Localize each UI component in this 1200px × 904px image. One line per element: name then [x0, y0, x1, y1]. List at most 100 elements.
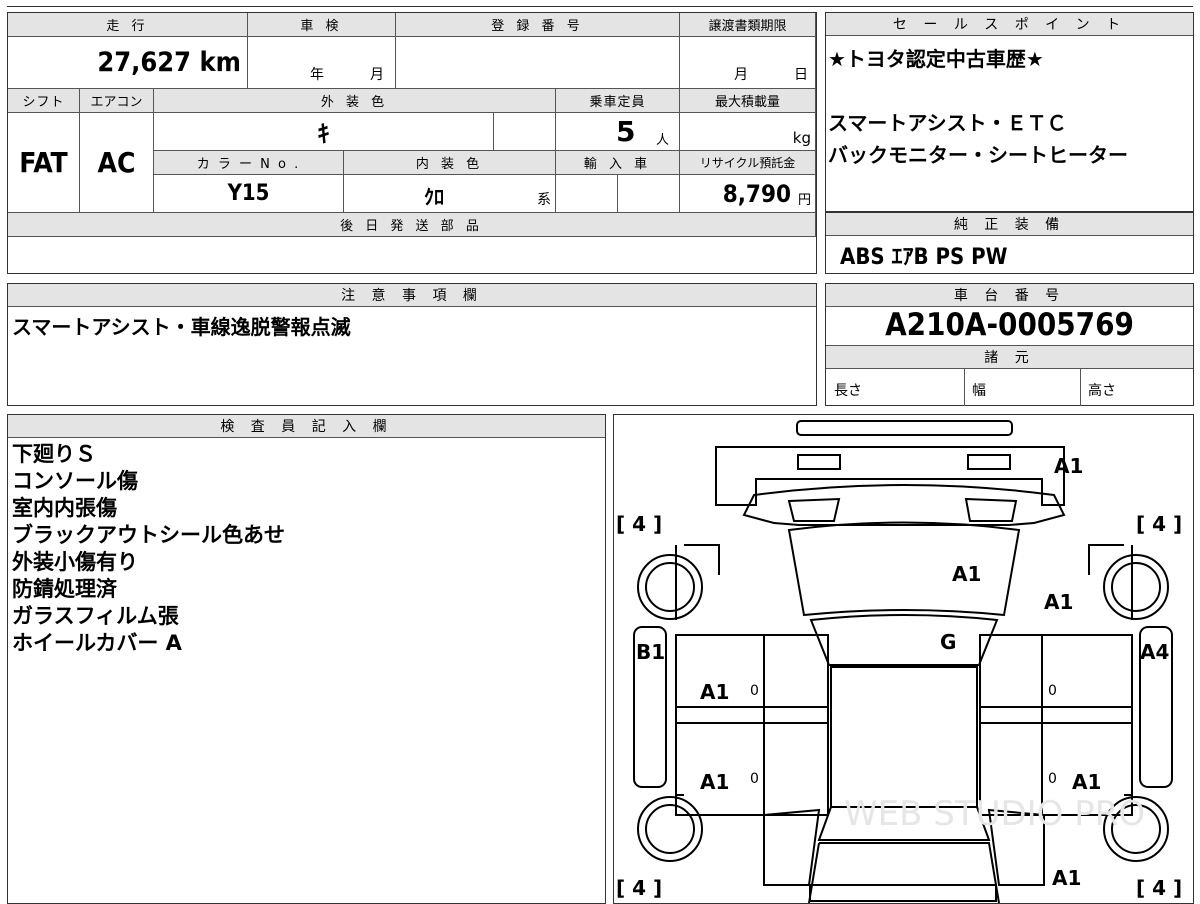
sales-point-line: ★トヨタ認定中古車歴★ [828, 47, 1044, 71]
right-rear-door-mark: 0 [1048, 771, 1057, 787]
recycle-fee-unit: 円 [797, 193, 811, 208]
inspector-line: 外装小傷有り [12, 550, 138, 574]
genuine-equipment-header: 純 正 装 備 [826, 213, 1193, 236]
shaken-value: 年 月 [248, 37, 396, 89]
notes-text: スマートアシスト・車線逸脱警報点滅 [12, 315, 351, 339]
sales-points-header: セ ー ル ス ポ イ ン ト [826, 13, 1193, 36]
watermark-text: WEB STUDIO PRO [844, 794, 1145, 834]
interior-color-label: 内 装 色 [344, 151, 556, 175]
headlight-left-shape [797, 454, 841, 470]
windshield-grade: G [940, 630, 956, 654]
recycle-fee-label: リサイクル預託金 [680, 151, 816, 175]
later-parts-value [8, 237, 816, 273]
interior-color-value: ｸﾛ [424, 185, 444, 209]
left-front-door-grade: A1 [700, 680, 729, 704]
capacity-value: 5 [616, 115, 636, 148]
max-load-unit: kg [792, 129, 811, 147]
left-panel-grade: B1 [636, 640, 665, 664]
left-rear-quarter-shape [763, 808, 821, 886]
spec-height: 高さ [1080, 368, 1193, 406]
color-no-value: Y15 [154, 175, 344, 213]
shaken-month-unit: 月 [370, 67, 384, 83]
front-bumper-bar-shape [796, 420, 1013, 436]
windshield-shape [809, 614, 999, 666]
genuine-equipment-panel: 純 正 装 備 ABS ｴｱB PS PW [825, 212, 1194, 274]
chassis-number: A210A-0005769 [885, 307, 1134, 343]
mileage-value: 27,627 km [8, 37, 248, 89]
chassis-panel: 車 台 番 号 A210A-0005769 諸 元 長さ 幅 高さ [825, 283, 1194, 406]
tire-rear-left-label: [ 4 ] [616, 876, 662, 900]
tire-front-right-label: [ 4 ] [1136, 512, 1182, 536]
registration-value [396, 37, 680, 89]
sales-points-panel: セ ー ル ス ポ イ ン ト ★トヨタ認定中古車歴★ スマートアシスト・ＥＴＣ… [825, 12, 1194, 212]
import-label: 輸 入 車 [556, 151, 680, 175]
exterior-color-extra [494, 113, 556, 151]
notes-panel: 注 意 事 項 欄 スマートアシスト・車線逸脱警報点滅 [7, 283, 817, 406]
import-value-b [618, 175, 680, 213]
aircon-value: AC [80, 113, 154, 213]
color-no-label: カ ラ ー N o . [154, 151, 344, 175]
aircon-label: エアコン [80, 89, 154, 113]
front-bumper-grade: A1 [1054, 454, 1083, 478]
tire-rear-right-label: [ 4 ] [1136, 876, 1182, 900]
tire-front-left-label: [ 4 ] [616, 512, 662, 536]
front-end-shape [715, 446, 1065, 506]
right-panel-grade: A4 [1140, 640, 1169, 664]
shaken-year-unit: 年 [310, 67, 324, 83]
inspector-notes: 下廻りＳ コンソール傷 室内内張傷 ブラックアウトシール色あせ 外装小傷有り 防… [12, 441, 285, 657]
spec-height-label: 高さ [1088, 383, 1116, 399]
headlight-right-shape [967, 454, 1011, 470]
spec-length-label: 長さ [834, 383, 862, 399]
recycle-fee-value: 8,790 [722, 180, 791, 208]
capacity-unit: 人 [656, 133, 670, 148]
right-front-door-mark: 0 [1048, 683, 1057, 699]
transfer-day-unit: 日 [794, 67, 808, 83]
wheel-front-right-inner-shape [1111, 562, 1161, 612]
import-value-a [556, 175, 618, 213]
registration-label: 登 録 番 号 [396, 13, 680, 37]
rear-right-grade: A1 [1052, 866, 1081, 890]
hood-panel-shape [787, 521, 1021, 617]
shaken-label: 車 検 [248, 13, 396, 37]
chassis-header: 車 台 番 号 [826, 284, 1193, 307]
inspector-panel: 検 査 員 記 入 欄 下廻りＳ コンソール傷 室内内張傷 ブラックアウトシール… [7, 414, 606, 904]
sales-point-line: スマートアシスト・ＥＴＣ [828, 111, 1067, 135]
car-diagram: [ 4 ] [ 4 ] [ 4 ] [ 4 ] A1 A1 A1 G B1 A4… [616, 420, 1182, 903]
left-rear-door-mark: 0 [750, 771, 759, 787]
inspector-line: 室内内張傷 [12, 496, 117, 520]
mileage-label: 走 行 [8, 13, 248, 37]
top-cutoff-strip [7, 0, 1193, 7]
sales-point-line: バックモニター・シートヒーター [828, 143, 1128, 167]
hood-vent-right-shape [964, 497, 1018, 522]
hood-grade: A1 [952, 562, 981, 586]
hood-vent-left-shape [787, 497, 841, 522]
inspector-header: 検 査 員 記 入 欄 [8, 415, 605, 438]
inspector-line: 下廻りＳ [12, 442, 96, 466]
interior-color-suffix: 系 [537, 192, 551, 208]
front-right-fender-grade: A1 [1044, 590, 1073, 614]
transfer-month-unit: 月 [734, 67, 748, 83]
max-load-value-cell: kg [680, 113, 816, 151]
shift-value: FAT [8, 113, 80, 213]
left-rear-door-shape [675, 722, 829, 816]
wheel-rear-left-inner-shape [645, 804, 695, 854]
right-front-door-shape [979, 634, 1133, 724]
max-load-label: 最大積載量 [680, 89, 816, 113]
wheel-rear-left-shape [637, 796, 703, 862]
shift-label: シフト [8, 89, 80, 113]
left-front-door-mark: 0 [750, 683, 759, 699]
exterior-color-label: 外 装 色 [154, 89, 556, 113]
spec-length: 長さ [826, 368, 965, 406]
specs-header: 諸 元 [826, 345, 1193, 369]
sales-point-line [828, 78, 1191, 110]
transfer-deadline-value: 月 日 [680, 37, 816, 89]
wheel-front-left-inner-shape [645, 562, 695, 612]
left-rear-door-grade: A1 [700, 770, 729, 794]
rear-bumper-shape [809, 884, 997, 902]
inspector-line: ガラスフィルム張 [12, 604, 179, 628]
car-diagram-panel: [ 4 ] [ 4 ] [ 4 ] [ 4 ] A1 A1 A1 G B1 A4… [613, 414, 1194, 904]
capacity-value-cell: 5 人 [556, 113, 680, 151]
genuine-equipment-value: ABS ｴｱB PS PW [840, 245, 1008, 270]
recycle-fee-value-cell: 8,790 円 [680, 175, 816, 213]
exterior-color-value: ｷ [154, 113, 494, 151]
